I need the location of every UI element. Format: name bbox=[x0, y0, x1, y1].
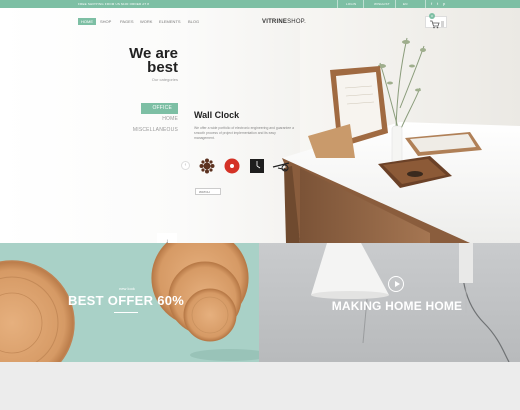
product-select[interactable]: WATCH bbox=[195, 188, 221, 195]
banner-right-title: MAKING HOME HOME bbox=[331, 299, 463, 313]
category-miscellaneous[interactable]: MISCELLANEOUS bbox=[128, 125, 178, 136]
thumbnail-clock-hands[interactable] bbox=[272, 157, 290, 175]
headline-line-2: best bbox=[147, 59, 178, 76]
nav-pages[interactable]: PAGES bbox=[120, 19, 134, 24]
category-home[interactable]: HOME bbox=[128, 114, 178, 125]
hero-subline: Our categories bbox=[151, 77, 178, 82]
thumbnail-clock-red[interactable] bbox=[223, 157, 241, 175]
cart-count-badge: 0 bbox=[429, 13, 435, 19]
banner-left-small: new look bbox=[119, 286, 135, 291]
facebook-icon[interactable]: f bbox=[431, 1, 432, 6]
twitter-icon[interactable]: t bbox=[437, 1, 438, 6]
product-thumbnails: ‹ bbox=[180, 156, 295, 178]
nav-elements[interactable]: ELEMENTS bbox=[159, 19, 181, 24]
page: FREE SHIPPING FROM US $100 ORDER AT 8 LO… bbox=[0, 0, 520, 410]
nav-shop[interactable]: SHOP bbox=[100, 19, 111, 24]
divider bbox=[363, 0, 364, 8]
promo-text: FREE SHIPPING FROM US $100 ORDER AT 8 bbox=[78, 2, 150, 6]
banner-left-title: BEST OFFER 60% bbox=[68, 293, 185, 308]
nav-work[interactable]: WORK bbox=[140, 19, 152, 24]
banner-making-home[interactable]: MAKING HOME HOME bbox=[259, 243, 520, 362]
top-bar: FREE SHIPPING FROM US $100 ORDER AT 8 LO… bbox=[0, 0, 520, 8]
cart-icon bbox=[430, 20, 444, 29]
product-description: We offer a wide portfolio of electronic … bbox=[194, 126, 294, 140]
thumbnails-prev-button[interactable]: ‹ bbox=[181, 161, 190, 170]
category-list: OFFICE HOME MISCELLANEOUS bbox=[128, 103, 178, 136]
banner-best-offer[interactable]: new look BEST OFFER 60% bbox=[0, 243, 259, 362]
page-footer-area bbox=[0, 362, 520, 410]
cart-button[interactable] bbox=[425, 16, 447, 29]
divider bbox=[425, 0, 426, 8]
product-select-value: WATCH bbox=[199, 190, 210, 194]
thumbnail-clock-wood[interactable] bbox=[198, 157, 216, 175]
play-icon[interactable] bbox=[388, 276, 404, 292]
chevron-left-icon: ‹ bbox=[184, 162, 187, 168]
nav-blog[interactable]: BLOG bbox=[188, 19, 199, 24]
wishlist-link[interactable]: WISHLIST bbox=[374, 2, 390, 6]
pinterest-icon[interactable]: p bbox=[443, 1, 445, 6]
divider bbox=[395, 0, 396, 8]
hero-section: HOME SHOP PAGES WORK ELEMENTS BLOG VITRI… bbox=[0, 8, 520, 243]
login-link[interactable]: LOGIN bbox=[346, 2, 356, 6]
divider bbox=[114, 312, 138, 313]
nav-home[interactable]: HOME bbox=[78, 18, 96, 25]
category-office[interactable]: OFFICE bbox=[141, 103, 178, 114]
thumbnail-clock-black[interactable] bbox=[248, 157, 266, 175]
divider bbox=[337, 0, 338, 8]
site-logo[interactable]: VITRINESHOP. bbox=[262, 19, 306, 25]
hero-headline: We are best bbox=[120, 46, 178, 76]
product-title: Wall Clock bbox=[194, 110, 240, 120]
logo-bold: VITRINE bbox=[262, 19, 288, 25]
language-selector[interactable]: EN bbox=[403, 2, 408, 6]
scroll-down-button[interactable]: ↓ bbox=[157, 233, 177, 243]
logo-light: SHOP. bbox=[287, 19, 306, 25]
